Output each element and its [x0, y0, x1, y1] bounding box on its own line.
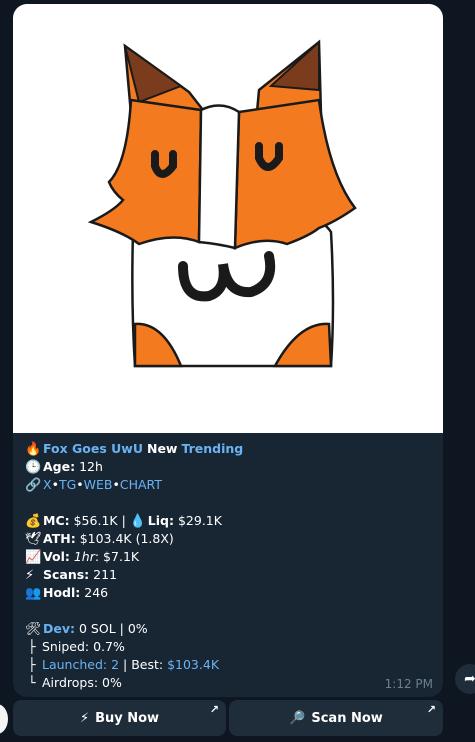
tg-link[interactable]: TG: [59, 477, 76, 492]
trending-link[interactable]: Trending: [181, 441, 243, 456]
mc-label: MC:: [43, 513, 70, 528]
token-name-link[interactable]: Fox Goes UwU: [43, 441, 143, 456]
mc-divider: |: [121, 513, 126, 528]
liq-label: Liq:: [147, 513, 174, 528]
ath-label: ATH:: [43, 531, 76, 546]
age-label: Age:: [43, 459, 76, 474]
vol-value: : $7.1K: [94, 549, 140, 564]
token-info-text: 🔥 Fox Goes UwU New Trending 🕒 Age: 12h 🔗 X•…: [25, 440, 435, 692]
chart-link[interactable]: CHART: [120, 477, 162, 492]
airdrops-label: Airdrops:: [42, 675, 99, 690]
hodl-value: 246: [84, 585, 109, 600]
magnifier-icon: 🔎: [289, 710, 306, 726]
external-link-icon: ↗: [426, 703, 436, 716]
tools-icon: 🛠: [25, 622, 42, 637]
token-image[interactable]: [13, 4, 443, 433]
moneybag-icon: 💰: [25, 514, 42, 529]
age-value: 12h: [79, 459, 103, 474]
web-link[interactable]: WEB: [84, 477, 113, 492]
sniped-label: Sniped:: [42, 639, 90, 654]
scan-now-button[interactable]: 🔎 Scan Now ↗: [229, 700, 443, 736]
hodl-label: Hodl:: [43, 585, 81, 600]
lightning-icon: ⚡: [79, 710, 90, 726]
tree-branch-icon: ├: [28, 657, 36, 672]
share-button[interactable]: ➦: [455, 664, 475, 694]
x-link[interactable]: X: [43, 477, 52, 492]
chart-up-icon: 📈: [25, 550, 42, 565]
buy-now-label: Buy Now: [95, 710, 160, 726]
dove-icon: 🕊: [25, 532, 42, 547]
message-bubble: 🔥 Fox Goes UwU New Trending 🕒 Age: 12h 🔗 X•…: [13, 4, 443, 697]
link-icon: 🔗: [25, 478, 42, 493]
droplet-icon: 💧: [129, 514, 146, 529]
launched-link[interactable]: Launched: 2: [42, 657, 119, 672]
new-label: New: [146, 441, 178, 456]
buy-now-button[interactable]: ⚡ Buy Now ↗: [13, 700, 226, 736]
fox-uwu-image: [87, 39, 357, 368]
fire-icon: 🔥: [25, 442, 42, 457]
liq-value: $29.1K: [177, 513, 222, 528]
scans-label: Scans:: [43, 567, 90, 582]
vol-period: 1hr: [73, 549, 95, 564]
dev-link[interactable]: Dev:: [43, 621, 75, 636]
external-link-icon: ↗: [209, 703, 219, 716]
clock-icon: 🕒: [25, 460, 42, 475]
best-value-link[interactable]: $103.4K: [167, 657, 219, 672]
airdrops-value: 0%: [102, 675, 122, 690]
link-separator: •: [76, 477, 84, 492]
message-time: 1:12 PM: [384, 677, 433, 691]
scan-now-label: Scan Now: [311, 710, 383, 726]
sniped-value: 0.7%: [93, 639, 125, 654]
lightning-icon: ⚡: [25, 568, 35, 583]
link-separator: •: [112, 477, 120, 492]
ath-value: $103.4K (1.8X): [79, 531, 174, 546]
tree-branch-icon: ├: [28, 639, 36, 654]
people-icon: 👥: [25, 586, 42, 601]
mc-value: $56.1K: [73, 513, 118, 528]
scans-value: 211: [93, 567, 118, 582]
best-label: | Best:: [123, 657, 164, 672]
share-arrow-icon: ➦: [464, 671, 475, 687]
dev-value: 0 SOL | 0%: [79, 621, 148, 636]
avatar[interactable]: [0, 704, 8, 734]
vol-label: Vol:: [43, 549, 70, 564]
link-separator: •: [51, 477, 59, 492]
tree-end-icon: └: [28, 675, 36, 690]
